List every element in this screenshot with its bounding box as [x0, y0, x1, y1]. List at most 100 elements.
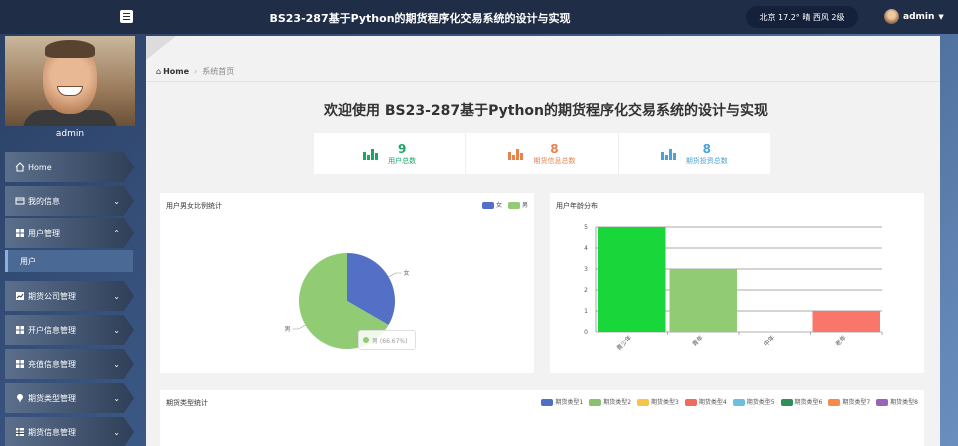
type-chart-panel: 期货类型统计 期货类型1 期货类型2 期货类型3 期货类型4 期货类型5 期货类型6 期货类…: [160, 390, 924, 446]
y-tick-label: 4: [584, 245, 588, 252]
pie-chart[interactable]: 女男: [160, 193, 534, 373]
bar-chart-icon: [508, 148, 524, 160]
stat-label: 期货投资总数: [685, 156, 728, 165]
chevron-down-icon: ⌄: [113, 359, 120, 369]
bar-chart-icon: [363, 148, 379, 160]
breadcrumb-current: 系统首页: [202, 67, 235, 76]
legend-label: 期货类型2: [603, 399, 632, 406]
breadcrumb-home[interactable]: Home: [163, 67, 189, 76]
pin-icon: [17, 394, 23, 403]
y-tick-label: 1: [584, 308, 588, 315]
y-tick-label: 5: [584, 224, 588, 231]
stat-value: 8: [550, 141, 559, 156]
legend-item[interactable]: 期货类型1: [541, 397, 583, 406]
header-username: admin: [903, 11, 935, 22]
x-tick-label: 青年: [691, 334, 705, 348]
y-tick-label: 3: [584, 266, 588, 273]
chart-icon: [16, 292, 24, 300]
tooltip-dot: [363, 337, 369, 343]
stat-value: 8: [702, 141, 711, 156]
chevron-down-icon: ⌄: [113, 291, 120, 301]
x-tick-label: 青少年: [615, 334, 633, 352]
chart-tooltip: 男 (66.67%): [358, 330, 416, 350]
watermark: CSDN @Seapostmoon: [770, 421, 914, 436]
home-icon: ⌂: [156, 67, 162, 76]
age-chart-panel: 用户年龄分布 0 1 2 3 4 5 青少年 青年 中年 老年: [550, 193, 924, 373]
grid-icon: [16, 326, 24, 334]
legend-swatch: [732, 399, 745, 406]
panel-title: 期货类型统计: [166, 399, 208, 407]
main-content: ⌂ Home › 系统首页 欢迎使用 BS23-287基于Python的期货程序…: [146, 36, 940, 446]
legend-item[interactable]: 期货类型5: [732, 397, 775, 406]
sidebar-item-label: 期货类型管理: [28, 393, 76, 403]
user-avatar: [884, 9, 899, 24]
sidebar-item-type-mgmt[interactable]: 期货类型管理 ⌄: [5, 383, 134, 413]
sidebar-item-label: 我的信息: [28, 196, 60, 206]
sidebar-item-account-mgmt[interactable]: 开户信息管理 ⌄: [5, 315, 134, 345]
grid-icon: [16, 229, 24, 237]
legend-swatch: [589, 399, 602, 406]
pie-label-line: [292, 324, 306, 330]
sidebar-item-label: Home: [28, 162, 52, 172]
sidebar-item-label: 用户管理: [28, 228, 60, 238]
breadcrumb: ⌂ Home › 系统首页: [146, 62, 940, 82]
bar-chart-icon: [660, 148, 676, 160]
legend-item[interactable]: 期货类型2: [589, 397, 631, 406]
legend-swatch: [684, 399, 697, 406]
sidebar-item-my-info[interactable]: 我的信息 ⌄: [5, 186, 134, 216]
grid-icon: [16, 360, 24, 368]
stat-card-futures: 8 期货信息总数: [466, 133, 619, 174]
legend-label: 期货类型4: [698, 399, 727, 406]
legend-item[interactable]: 期货类型8: [876, 397, 918, 406]
bar[interactable]: [812, 311, 881, 332]
legend-label: 期货类型7: [842, 399, 871, 406]
chart-legend: 期货类型1 期货类型2 期货类型3 期货类型4 期货类型5 期货类型6 期货类型7 期货类型8: [541, 397, 918, 406]
home-icon: [15, 162, 25, 172]
legend-label: 期货类型3: [651, 399, 679, 406]
legend-swatch: [780, 399, 793, 406]
bar[interactable]: [669, 269, 738, 332]
legend-swatch: [637, 399, 650, 406]
bar[interactable]: [598, 227, 666, 332]
bar-chart[interactable]: 0 1 2 3 4 5 青少年 青年 中年 老年: [550, 193, 924, 373]
chevron-down-icon: ⌄: [113, 427, 120, 437]
legend-item[interactable]: 期货类型6: [780, 397, 822, 406]
app-title: BS23-287基于Python的期货程序化交易系统的设计与实现: [269, 12, 571, 25]
stats-row: 9 用户总数 8 期货信息总数 8 期货投资总数: [314, 133, 770, 174]
sidebar-item-label: 充值信息管理: [28, 359, 76, 369]
caret-down-icon: ▼: [938, 12, 944, 21]
pie-label: 男: [284, 326, 290, 333]
chevron-down-icon: ⌄: [113, 196, 120, 206]
breadcrumb-separator: ›: [194, 67, 198, 76]
legend-item[interactable]: 期货类型4: [684, 397, 727, 406]
legend-item[interactable]: 期货类型7: [828, 397, 870, 406]
sidebar-item-label: 期货信息管理: [28, 427, 76, 437]
page-title: 欢迎使用 BS23-287基于Python的期货程序化交易系统的设计与实现: [323, 103, 769, 119]
table-icon: [16, 428, 24, 436]
user-menu[interactable]: admin ▼: [884, 9, 944, 24]
sidebar-item-company-mgmt[interactable]: 期货公司管理 ⌄: [5, 281, 134, 311]
x-tick-label: 老年: [834, 334, 848, 348]
chevron-down-icon: ⌄: [113, 325, 120, 335]
sidebar-item-futures-mgmt[interactable]: 期货信息管理 ⌄: [5, 417, 134, 446]
sidebar-item-home[interactable]: Home: [5, 152, 134, 182]
stat-label: 用户总数: [388, 156, 417, 165]
legend-swatch: [876, 399, 889, 406]
sidebar-item-recharge-mgmt[interactable]: 充值信息管理 ⌄: [5, 349, 134, 379]
pie-label-line: [388, 272, 402, 278]
legend-item[interactable]: 期货类型3: [637, 397, 679, 406]
stat-card-users: 9 用户总数: [314, 133, 467, 174]
sidebar-item-user-mgmt[interactable]: 用户管理 ⌃: [5, 218, 134, 248]
page-fold-decoration: [146, 36, 176, 60]
profile-name: admin: [55, 129, 85, 139]
menu-toggle-icon[interactable]: [120, 10, 133, 23]
top-header: BS23-287基于Python的期货程序化交易系统的设计与实现 北京 17.2…: [0, 0, 958, 34]
legend-swatch: [541, 399, 554, 406]
chevron-down-icon: ⌄: [113, 393, 120, 403]
weather-badge: 北京 17.2° 晴 西风 2级: [746, 6, 858, 28]
y-tick-label: 2: [584, 287, 588, 294]
sidebar: admin Home 我的信息 ⌄ 用户管理 ⌃ 用户 期货公司管理 ⌄ 开户信…: [0, 34, 145, 446]
sidebar-item-label: 开户信息管理: [28, 325, 76, 335]
avatar: [5, 36, 135, 126]
sidebar-subitem-user[interactable]: 用户: [5, 250, 133, 272]
